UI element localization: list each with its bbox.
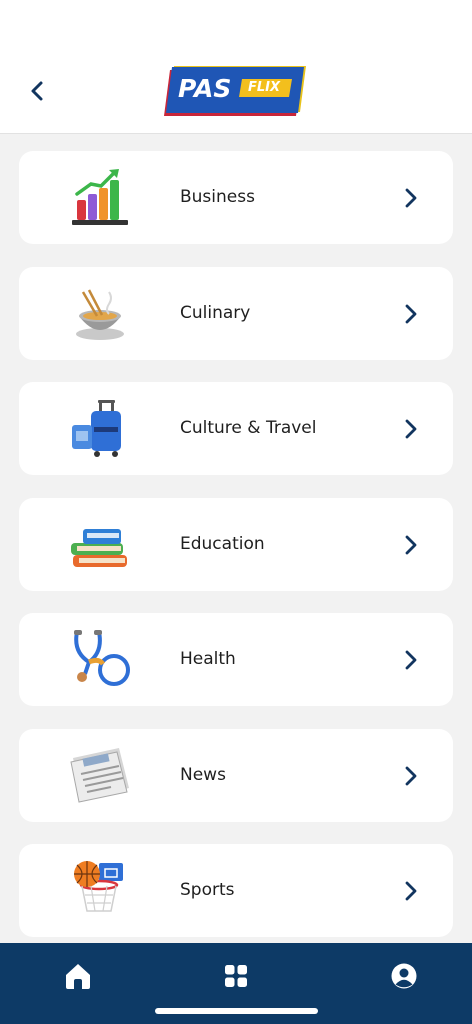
category-health[interactable]: Health (19, 613, 453, 706)
grid-icon (225, 965, 247, 987)
profile-icon (391, 963, 417, 989)
category-label: News (180, 764, 226, 785)
chevron-right-icon (405, 650, 417, 670)
chevron-right-icon (405, 535, 417, 554)
newspaper-icon (70, 747, 129, 803)
home-icon (66, 964, 90, 989)
nav-home-button[interactable] (62, 960, 94, 992)
pasflix-logo: PAS FLIX (164, 64, 308, 118)
home-indicator (155, 1008, 318, 1014)
category-label: Education (180, 533, 265, 554)
chevron-right-icon (405, 881, 417, 901)
category-culture-travel[interactable]: Culture & Travel (19, 382, 453, 475)
bar-chart-icon (72, 169, 128, 225)
category-label: Health (180, 649, 236, 669)
logo-wordmark: PAS (178, 74, 232, 103)
category-education[interactable]: Education (19, 497, 453, 591)
app-header: PAS FLIX (0, 0, 472, 134)
luggage-icon (72, 400, 121, 457)
chevron-right-icon (405, 304, 417, 323)
category-label: Culture & Travel (180, 418, 317, 438)
category-culinary[interactable]: Culinary (19, 266, 453, 360)
category-label: Culinary (180, 302, 251, 323)
stethoscope-icon (74, 630, 130, 686)
category-business[interactable]: Business (19, 151, 453, 244)
category-label: Sports (180, 880, 235, 900)
chevron-right-icon (405, 419, 417, 439)
chevron-left-icon (31, 81, 43, 101)
category-sports[interactable]: Sports (19, 844, 453, 937)
logo-badge: FLIX (247, 80, 281, 95)
back-button[interactable] (22, 76, 52, 106)
category-label: Business (180, 187, 255, 207)
category-news[interactable]: News (19, 728, 453, 822)
basketball-hoop-icon (74, 861, 123, 912)
nav-categories-button[interactable] (220, 960, 252, 992)
chevron-right-icon (405, 766, 417, 785)
books-icon (71, 528, 127, 567)
noodle-bowl-icon (76, 288, 124, 340)
nav-profile-button[interactable] (388, 960, 420, 992)
category-list: Business Culinary Culture & Travel Educa… (19, 151, 453, 960)
chevron-right-icon (405, 188, 417, 208)
